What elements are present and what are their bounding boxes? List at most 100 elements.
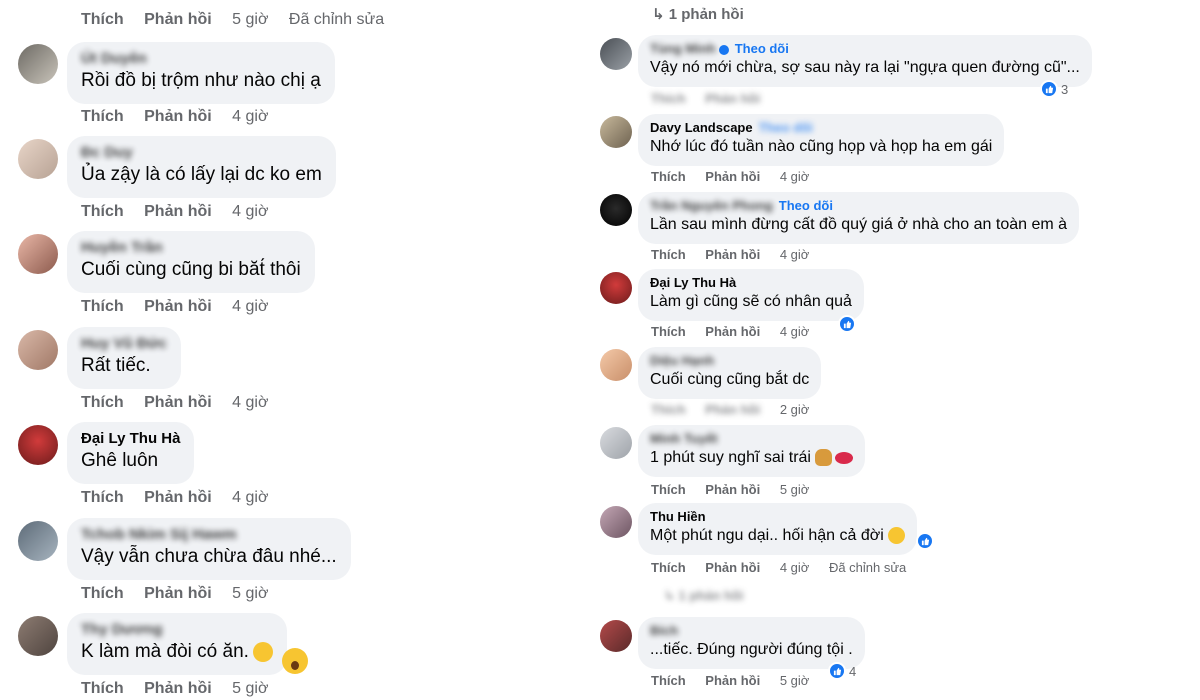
reply-action[interactable]: Phản hồi	[705, 247, 760, 262]
comment-actions: Thích Phản hồi 4 giờ	[81, 394, 284, 412]
avatar[interactable]	[600, 194, 632, 226]
avatar[interactable]	[600, 349, 632, 381]
comment-time[interactable]: 5 giờ	[780, 482, 810, 497]
follow-button[interactable]: Theo dõi	[779, 198, 833, 213]
reply-action[interactable]: Phản hồi	[705, 169, 760, 184]
reaction-summary[interactable]	[838, 315, 856, 333]
like-action[interactable]: Thích	[81, 11, 124, 29]
commenter-name[interactable]: Thy Dương	[81, 621, 273, 639]
reply-action[interactable]: Phản hồi	[144, 680, 212, 698]
comment-time[interactable]: 5 giờ	[232, 680, 268, 698]
reaction-summary[interactable]	[916, 532, 934, 550]
avatar[interactable]	[600, 620, 632, 652]
comment-time[interactable]: 4 giờ	[232, 203, 268, 221]
follow-button[interactable]: Theo dõi	[735, 41, 789, 56]
like-action[interactable]: Thích	[651, 91, 686, 106]
commenter-name[interactable]: Davy Landscape	[650, 120, 753, 135]
comment-bubble: Tchob Nkim Sij Hawm Vậy vẫn chưa chừa đâ…	[67, 518, 351, 580]
reply-action[interactable]: Phản hồi	[144, 585, 212, 603]
like-action[interactable]: Thích	[651, 402, 686, 417]
like-action[interactable]: Thích	[81, 585, 124, 603]
comment-time[interactable]: 4 giờ	[780, 560, 810, 575]
commenter-name[interactable]: Đc Duy	[81, 144, 322, 162]
commenter-name[interactable]: Huyền Trần	[81, 239, 301, 257]
comment-time[interactable]: 5 giờ	[780, 673, 810, 688]
commenter-name[interactable]: Diệu Hạnh	[650, 353, 809, 369]
avatar[interactable]	[600, 116, 632, 148]
reply-arrow-icon: ↳	[664, 588, 679, 603]
comment-actions: Thích Phản hồi 4 giờ	[651, 247, 825, 262]
reaction-summary[interactable]: 3	[1040, 80, 1068, 98]
avatar[interactable]	[600, 38, 632, 70]
reply-action[interactable]: Phản hồi	[705, 324, 760, 339]
commenter-name[interactable]: Huy Vũ Đức	[81, 335, 167, 353]
like-action[interactable]: Thích	[651, 169, 686, 184]
comment-actions: Thích Phản hồi 5 giờ	[651, 673, 825, 688]
commenter-name[interactable]: Bích	[650, 623, 853, 639]
commenter-name[interactable]: Đại Ly Thu Hà	[650, 275, 852, 291]
commenter-name[interactable]: Tùng Minh	[650, 41, 716, 56]
commenter-name[interactable]: Minh Tuyết	[650, 431, 853, 447]
reply-action[interactable]: Phản hồi	[705, 673, 760, 688]
like-action[interactable]: Thích	[81, 108, 124, 126]
comment-time[interactable]: 2 giờ	[780, 402, 810, 417]
commenter-name[interactable]: Đại Ly Thu Hà	[81, 430, 180, 448]
like-action[interactable]: Thích	[81, 394, 124, 412]
avatar[interactable]	[18, 616, 58, 656]
comment-actions: Thích Phản hồi 4 giờ	[81, 489, 284, 507]
comment-time[interactable]: 4 giờ	[780, 324, 810, 339]
avatar[interactable]	[600, 506, 632, 538]
avatar[interactable]	[18, 521, 58, 561]
comment-actions: Thích Phản hồi 4 giờ Đã chỉnh sửa	[651, 560, 922, 575]
avatar[interactable]	[18, 44, 58, 84]
commenter-name[interactable]: Út Duyên	[81, 50, 321, 68]
comment-bubble: Huyền Trần Cuối cùng cũng bi băt́ thôi	[67, 231, 315, 293]
comment-actions: Thích Phản hồi 4 giờ	[651, 324, 825, 339]
comment-time[interactable]: 5 giờ	[232, 11, 268, 29]
comment-actions: Thích Phản hồi 5 giờ	[81, 680, 284, 698]
reply-action[interactable]: Phản hồi	[144, 489, 212, 507]
avatar[interactable]	[18, 234, 58, 274]
like-action[interactable]: Thích	[81, 680, 124, 698]
reply-action[interactable]: Phản hồi	[705, 560, 760, 575]
comment-time[interactable]: 4 giờ	[780, 169, 810, 184]
reply-action[interactable]: Phản hồi	[144, 203, 212, 221]
avatar[interactable]	[18, 139, 58, 179]
like-action[interactable]: Thích	[81, 203, 124, 221]
reply-action[interactable]: Phản hồi	[144, 394, 212, 412]
view-previous-replies-link[interactable]: ↳ 1 phản hồi	[664, 588, 744, 604]
reply-action[interactable]: Phản hồi	[144, 11, 212, 29]
comment-text: Vậy vẫn chưa chừa đâu nhé...	[81, 546, 337, 567]
reaction-count: 4	[849, 663, 857, 679]
reply-action[interactable]: Phản hồi	[705, 482, 760, 497]
like-action[interactable]: Thích	[651, 673, 686, 688]
commenter-name[interactable]: Trần Nguyên Phong	[650, 198, 773, 213]
view-replies-link[interactable]: ↳ 1 phản hồi	[652, 5, 744, 23]
avatar[interactable]	[18, 330, 58, 370]
reply-action[interactable]: Phản hồi	[144, 298, 212, 316]
comment-time[interactable]: 4 giờ	[780, 247, 810, 262]
comment-actions: Thích Phản hồi 4 giờ	[81, 108, 284, 126]
avatar[interactable]	[18, 425, 58, 465]
commenter-name[interactable]: Thu Hiền	[650, 509, 905, 525]
like-action[interactable]: Thích	[81, 489, 124, 507]
comment-time[interactable]: 4 giờ	[232, 298, 268, 316]
follow-button[interactable]: Theo dõi	[759, 120, 813, 135]
comment-time[interactable]: 4 giờ	[232, 489, 268, 507]
comment-text: K làm mà đòi có ăn.	[81, 641, 249, 662]
like-action[interactable]: Thích	[651, 482, 686, 497]
reply-action[interactable]: Phản hồi	[705, 91, 760, 106]
like-action[interactable]: Thích	[651, 247, 686, 262]
comment-time[interactable]: 4 giờ	[232, 394, 268, 412]
reply-action[interactable]: Phản hồi	[705, 402, 760, 417]
commenter-name[interactable]: Tchob Nkim Sij Hawm	[81, 526, 337, 544]
avatar[interactable]	[600, 427, 632, 459]
comment-time[interactable]: 4 giờ	[232, 108, 268, 126]
reaction-summary[interactable]: 4	[828, 662, 856, 680]
like-action[interactable]: Thích	[651, 324, 686, 339]
like-action[interactable]: Thích	[651, 560, 686, 575]
avatar[interactable]	[600, 272, 632, 304]
comment-time[interactable]: 5 giờ	[232, 585, 268, 603]
like-action[interactable]: Thích	[81, 298, 124, 316]
reply-action[interactable]: Phản hồi	[144, 108, 212, 126]
